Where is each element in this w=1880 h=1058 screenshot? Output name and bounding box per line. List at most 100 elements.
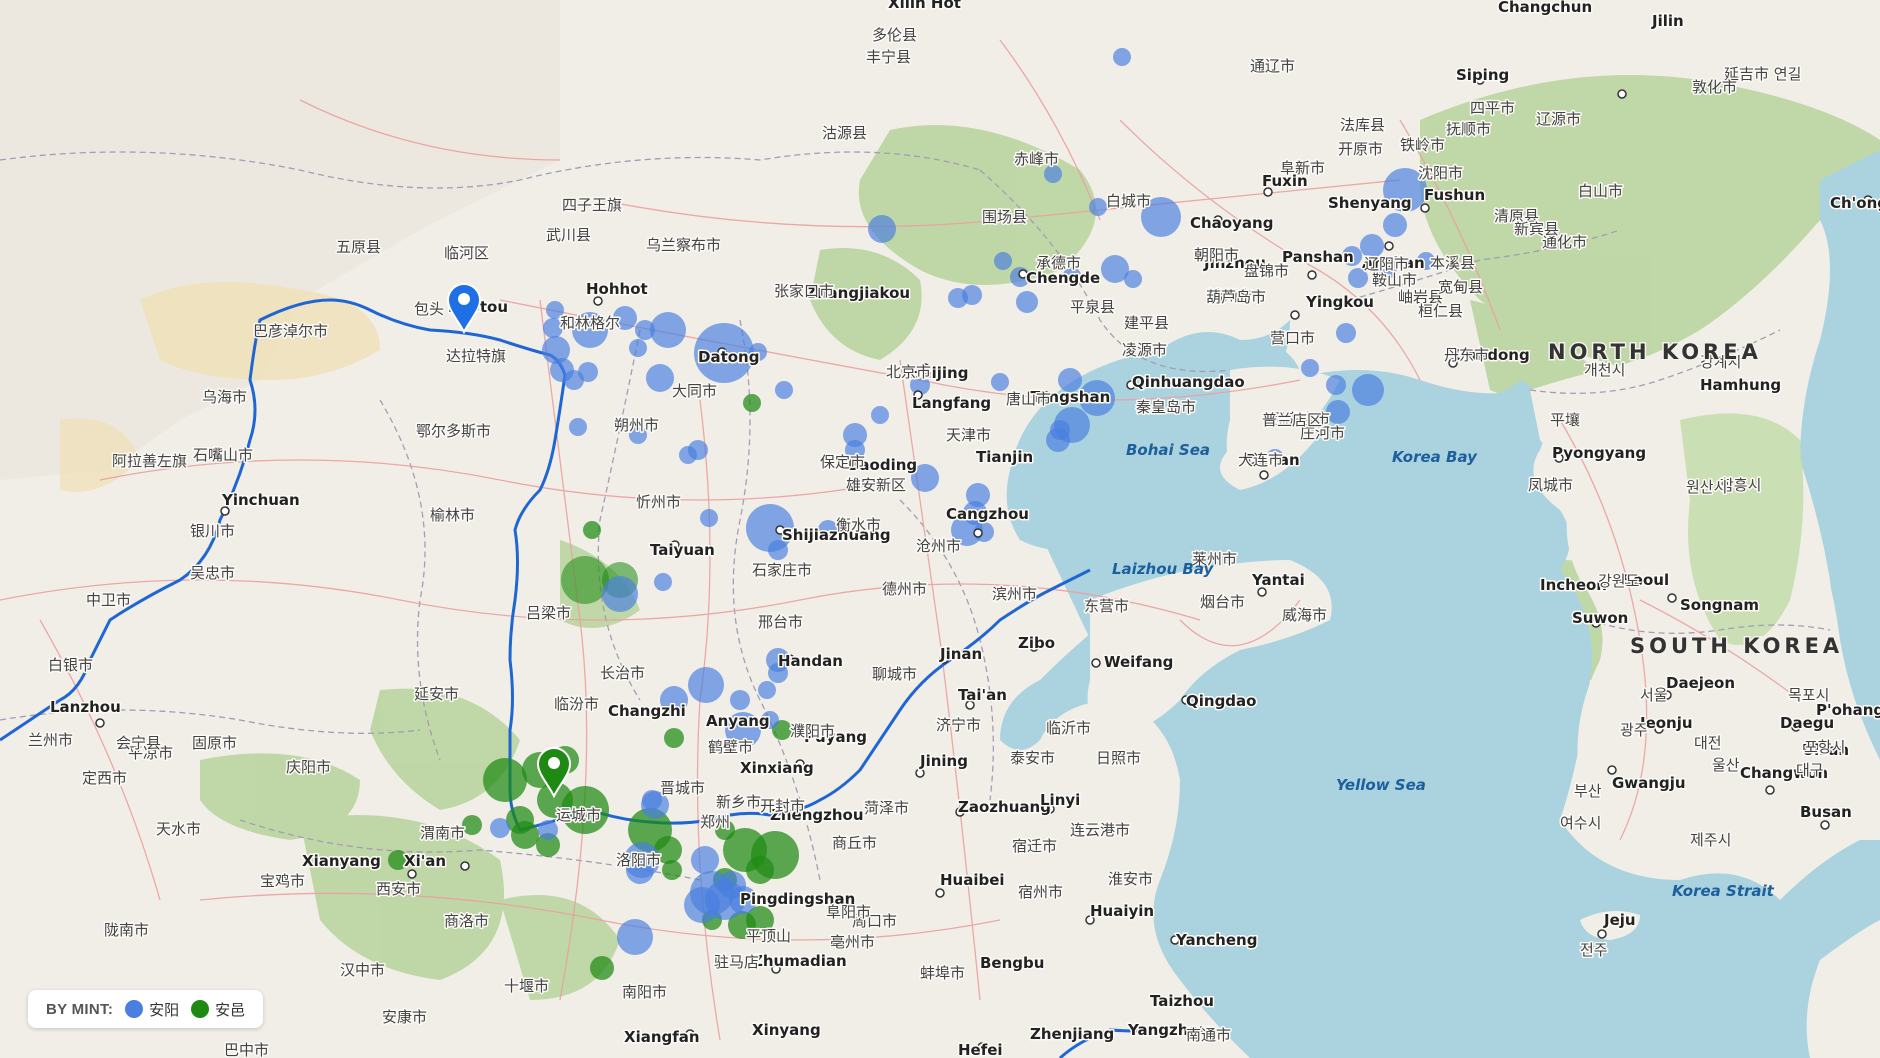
place-label: 法库县 xyxy=(1340,116,1385,134)
place-label: 石家庄市 xyxy=(752,561,812,579)
place-label: 宽甸县 xyxy=(1438,278,1483,296)
place-label: Jilin xyxy=(1651,12,1684,30)
place-label: 忻州市 xyxy=(636,493,681,511)
place-label: Suwon xyxy=(1572,609,1628,627)
place-label: 凤城市 xyxy=(1528,476,1573,494)
place-label: Xinxiang xyxy=(740,759,814,777)
place-label: Xilin Hot xyxy=(888,0,961,12)
place-label: 会宁县 xyxy=(116,734,161,752)
place-label: 葫芦岛市 xyxy=(1206,288,1266,306)
place-label: Hohhot xyxy=(586,280,648,298)
place-label: 本溪县 xyxy=(1430,254,1475,272)
place-label: 포항시 xyxy=(1804,738,1845,756)
place-label: 十堰市 xyxy=(504,977,549,995)
place-label: 亳州市 xyxy=(830,933,875,951)
place-label: Chaoyang xyxy=(1190,214,1273,232)
place-label: Tianjin xyxy=(976,448,1033,466)
place-label: 沽源县 xyxy=(822,124,867,142)
place-label: 通辽市 xyxy=(1250,57,1295,75)
place-label: Anyang xyxy=(706,712,770,730)
pin-center xyxy=(548,757,560,769)
place-label: 连云港市 xyxy=(1070,821,1130,839)
legend-title: BY MINT: xyxy=(46,1000,114,1018)
place-label: 광주 xyxy=(1620,721,1648,739)
place-label: 唐山市 xyxy=(1006,390,1051,408)
green-dot-icon xyxy=(191,1000,210,1018)
place-label: Langfang xyxy=(912,394,991,412)
place-label: 邢台市 xyxy=(758,613,803,631)
place-label: Hefei xyxy=(958,1041,1003,1058)
place-label: 鹤壁市 xyxy=(708,738,753,756)
place-label: 中卫市 xyxy=(86,591,131,609)
place-label: Huaiyin xyxy=(1090,902,1154,920)
place-label: 达拉特旗 xyxy=(446,347,506,365)
place-label: 新乡市 xyxy=(716,793,761,811)
place-label: Incheon xyxy=(1540,576,1607,594)
legend-item-anyi[interactable]: 安邑 xyxy=(191,999,245,1020)
place-label: Qingdao xyxy=(1186,692,1256,710)
place-label: 定西市 xyxy=(82,769,127,787)
place-label: Tai'an xyxy=(958,686,1007,704)
place-label: 天水市 xyxy=(156,820,201,838)
place-label: Busan xyxy=(1800,803,1852,821)
place-label: 大连市 xyxy=(1238,451,1283,469)
place-label: 开封市 xyxy=(760,797,805,815)
place-label: 济宁市 xyxy=(936,716,981,734)
place-label: 晋城市 xyxy=(660,779,705,797)
place-label: 菏泽市 xyxy=(864,799,909,817)
place-label: 盘锦市 xyxy=(1244,262,1289,280)
place-label: Cangzhou xyxy=(946,505,1029,523)
sea-label: Korea Bay xyxy=(1392,448,1478,466)
legend-item-anyang[interactable]: 安阳 xyxy=(125,999,179,1020)
country-label: NORTH KOREA xyxy=(1548,340,1762,364)
place-label: Yingkou xyxy=(1305,293,1374,311)
place-label: 运城市 xyxy=(556,806,601,824)
pin-center xyxy=(458,293,470,305)
place-label: 包头 xyxy=(414,300,444,318)
place-label: Jeju xyxy=(1603,911,1636,929)
place-label: 沈阳市 xyxy=(1418,164,1463,182)
place-label: 강원도 xyxy=(1598,572,1640,590)
place-label: 濮阳市 xyxy=(790,722,835,740)
place-label: Shenyang xyxy=(1328,194,1412,212)
place-label: 郑州 xyxy=(700,813,730,831)
place-label: 乌兰察布市 xyxy=(646,236,721,254)
place-label: 北京市 xyxy=(886,363,931,381)
place-label: 阜新市 xyxy=(1280,159,1325,177)
place-label: Pyongyang xyxy=(1552,444,1646,462)
place-label: Datong xyxy=(698,348,759,366)
place-label: 东营市 xyxy=(1084,597,1129,615)
place-label: 南通市 xyxy=(1186,1026,1231,1044)
place-label: 烟台市 xyxy=(1200,593,1245,611)
place-label: 围场县 xyxy=(982,208,1027,226)
place-label: 丹东市 xyxy=(1444,346,1489,364)
place-label: 兰州市 xyxy=(28,731,73,749)
mint-legend: BY MINT: 安阳 安邑 xyxy=(28,990,264,1028)
map-canvas[interactable]: Baotou Hohhot Datong Zhangjiakou Beijing… xyxy=(0,0,1880,1058)
place-label: 银川市 xyxy=(190,522,235,540)
place-label: Xi'an xyxy=(404,852,446,870)
place-label: 营口市 xyxy=(1270,329,1315,347)
place-label: 长治市 xyxy=(600,664,645,682)
place-label: 开原市 xyxy=(1338,140,1383,158)
place-label: Daejeon xyxy=(1666,674,1735,692)
place-label: 石嘴山市 xyxy=(193,446,253,464)
place-label: 敦化市 xyxy=(1692,78,1737,96)
blue-dot-icon xyxy=(125,1000,144,1018)
place-label: Jinan xyxy=(939,645,982,663)
country-label: SOUTH KOREA xyxy=(1630,634,1843,658)
place-label: 平泉县 xyxy=(1070,298,1115,316)
place-label: Changchun xyxy=(1498,0,1592,16)
place-label: 凌源市 xyxy=(1122,341,1167,359)
place-label: 铁岭市 xyxy=(1400,136,1445,154)
place-label: 白城市 xyxy=(1106,192,1151,210)
place-label: 普兰店区 xyxy=(1262,411,1322,429)
place-label: Zaozhuang xyxy=(958,798,1051,816)
place-label: 부산 xyxy=(1574,782,1602,800)
place-label: Xianyang xyxy=(302,852,381,870)
place-label: Panshan xyxy=(1282,248,1354,266)
place-label: 전주 xyxy=(1580,941,1608,959)
place-label: 阿拉善左旗 xyxy=(112,452,187,470)
place-label: 여수시 xyxy=(1560,814,1601,832)
place-label: 承德市 xyxy=(1036,254,1081,272)
